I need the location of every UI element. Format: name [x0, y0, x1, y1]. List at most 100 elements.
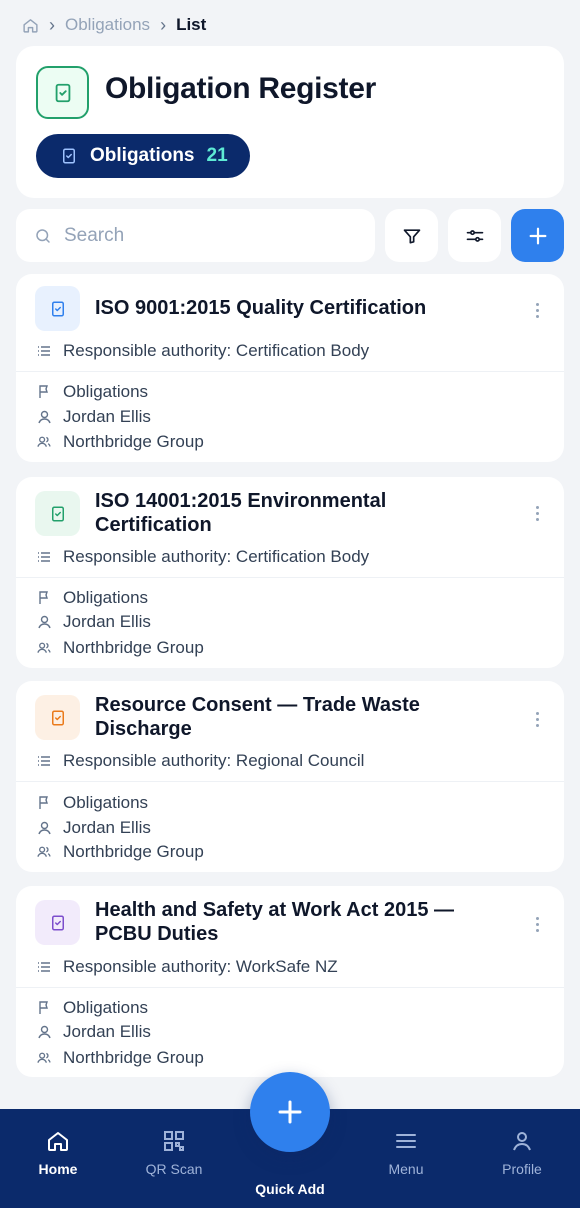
category-row: Obligations: [37, 998, 148, 1018]
category-row: Obligations: [37, 382, 148, 402]
group-row: Northbridge Group: [37, 638, 204, 658]
owner-row: Jordan Ellis: [37, 1022, 151, 1042]
nav-qr-scan[interactable]: QR Scan: [116, 1109, 232, 1208]
user-icon: [510, 1129, 534, 1153]
users-icon: [37, 845, 51, 859]
authority-text: Responsible authority: Certification Bod…: [63, 341, 370, 360]
list-icon: [37, 551, 51, 563]
user-icon: [37, 410, 51, 424]
breadcrumb-obligations-link[interactable]: Obligations: [65, 15, 150, 35]
user-icon: [37, 615, 51, 629]
category-text: Obligations: [63, 793, 149, 812]
quick-add-label: Quick Add: [255, 1181, 325, 1197]
clipboard-check-icon: [36, 66, 89, 119]
flag-icon: [37, 591, 51, 605]
filter-icon: [402, 226, 422, 246]
clipboard-check-icon: [35, 900, 80, 945]
owner-text: Jordan Ellis: [63, 612, 151, 631]
filter-button[interactable]: [385, 209, 438, 262]
divider: [16, 781, 564, 782]
pill-label: Obligations: [90, 145, 195, 166]
pill-count: 21: [206, 145, 228, 166]
group-text: Northbridge Group: [63, 638, 204, 657]
nav-qr-scan-label: QR Scan: [145, 1161, 203, 1177]
list-icon: [37, 961, 51, 973]
authority-row: Responsible authority: Certification Bod…: [37, 341, 369, 361]
home-icon: [46, 1129, 70, 1153]
owner-row: Jordan Ellis: [37, 612, 151, 632]
clipboard-check-icon: [60, 147, 78, 165]
plus-icon: [527, 225, 549, 247]
breadcrumb-separator: ›: [160, 14, 167, 35]
divider: [16, 987, 564, 988]
owner-text: Jordan Ellis: [63, 1022, 151, 1041]
flag-icon: [37, 1001, 51, 1015]
list-icon: [37, 345, 51, 357]
home-icon[interactable]: [22, 17, 39, 34]
card-title[interactable]: ISO 9001:2015 Quality Certification: [95, 296, 505, 320]
page-title: Obligation Register: [105, 72, 376, 105]
clipboard-check-icon: [35, 491, 80, 536]
more-options-icon[interactable]: [532, 303, 542, 318]
nav-profile[interactable]: Profile: [464, 1109, 580, 1208]
plus-icon: [275, 1097, 305, 1127]
obligations-filter-pill[interactable]: Obligations 21: [36, 134, 250, 178]
nav-home[interactable]: Home: [0, 1109, 116, 1208]
more-options-icon[interactable]: [532, 917, 542, 932]
list-icon: [37, 755, 51, 767]
category-row: Obligations: [37, 793, 148, 813]
category-row: Obligations: [37, 588, 148, 608]
more-options-icon[interactable]: [532, 712, 542, 727]
header-card: Obligation Register Obligations 21: [16, 46, 564, 198]
users-icon: [37, 435, 51, 449]
user-icon: [37, 821, 51, 835]
breadcrumb-current: List: [176, 15, 207, 34]
authority-text: Responsible authority: Regional Council: [63, 751, 365, 770]
obligation-card[interactable]: Health and Safety at Work Act 2015 — PCB…: [16, 886, 564, 1077]
obligation-card[interactable]: ISO 9001:2015 Quality Certification Resp…: [16, 274, 564, 462]
card-title[interactable]: Health and Safety at Work Act 2015 — PCB…: [95, 898, 505, 946]
users-icon: [37, 641, 51, 655]
authority-row: Responsible authority: Certification Bod…: [37, 547, 369, 567]
nav-home-label: Home: [38, 1161, 78, 1177]
flag-icon: [37, 796, 51, 810]
add-obligation-button[interactable]: [511, 209, 564, 262]
card-title[interactable]: Resource Consent — Trade Waste Discharge: [95, 693, 505, 741]
authority-row: Responsible authority: WorkSafe NZ: [37, 957, 338, 977]
category-text: Obligations: [63, 382, 149, 401]
clipboard-check-icon: [35, 286, 80, 331]
group-row: Northbridge Group: [37, 432, 204, 452]
nav-menu[interactable]: Menu: [348, 1109, 464, 1208]
owner-row: Jordan Ellis: [37, 407, 151, 427]
qr-code-icon: [162, 1129, 186, 1153]
category-text: Obligations: [63, 588, 149, 607]
card-title[interactable]: ISO 14001:2015 Environmental Certificati…: [95, 489, 505, 537]
owner-row: Jordan Ellis: [37, 818, 151, 838]
group-text: Northbridge Group: [63, 432, 204, 451]
group-text: Northbridge Group: [63, 1048, 204, 1067]
group-row: Northbridge Group: [37, 1048, 204, 1068]
divider: [16, 371, 564, 372]
menu-icon: [394, 1129, 418, 1153]
owner-text: Jordan Ellis: [63, 818, 151, 837]
more-options-icon[interactable]: [532, 506, 542, 521]
category-text: Obligations: [63, 998, 149, 1017]
nav-menu-label: Menu: [388, 1161, 424, 1177]
sliders-icon: [465, 226, 485, 246]
group-row: Northbridge Group: [37, 842, 204, 862]
divider: [16, 577, 564, 578]
search-input[interactable]: Search: [16, 209, 375, 262]
search-placeholder: Search: [64, 224, 125, 246]
obligation-card[interactable]: ISO 14001:2015 Environmental Certificati…: [16, 477, 564, 668]
user-icon: [37, 1025, 51, 1039]
obligation-card[interactable]: Resource Consent — Trade Waste Discharge…: [16, 681, 564, 872]
flag-icon: [37, 385, 51, 399]
breadcrumb: › Obligations › List: [22, 14, 206, 36]
adjust-settings-button[interactable]: [448, 209, 501, 262]
authority-row: Responsible authority: Regional Council: [37, 751, 364, 771]
breadcrumb-separator: ›: [49, 14, 55, 35]
nav-profile-label: Profile: [502, 1161, 542, 1177]
quick-add-button[interactable]: [250, 1072, 330, 1152]
clipboard-check-icon: [35, 695, 80, 740]
authority-text: Responsible authority: Certification Bod…: [63, 547, 370, 566]
